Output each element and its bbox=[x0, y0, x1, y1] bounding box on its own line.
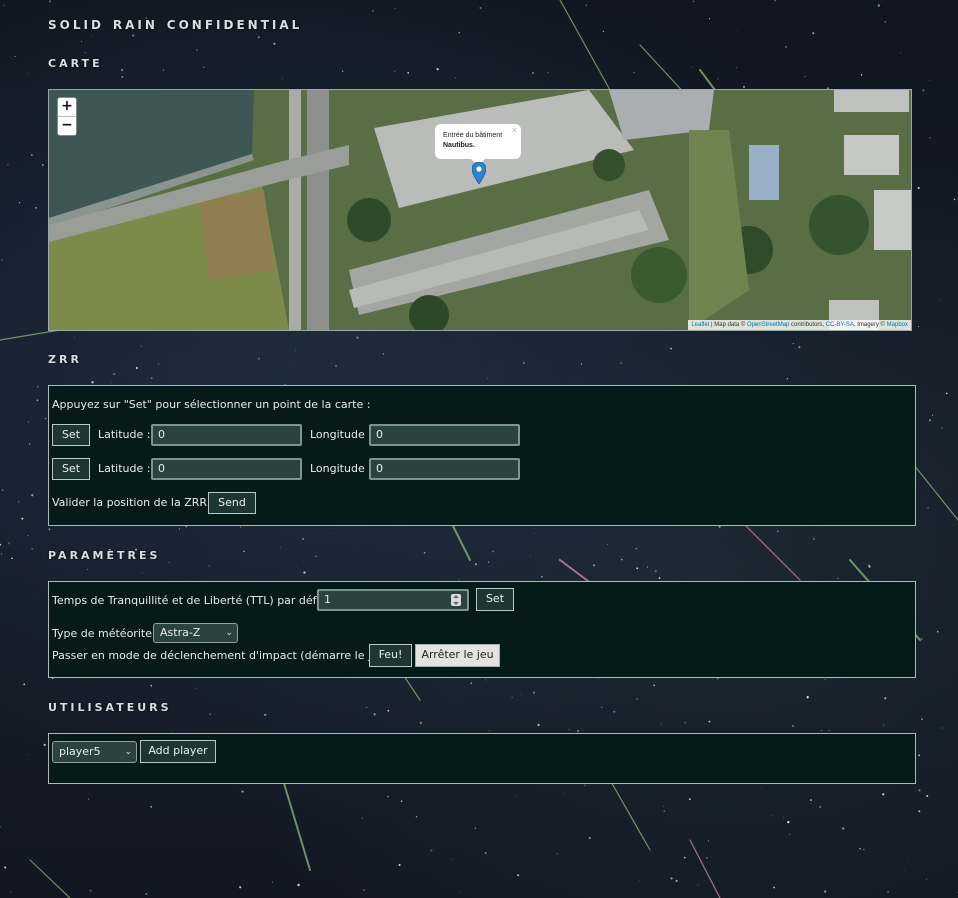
lng1-label: Longitude : bbox=[310, 428, 372, 441]
ttl-input[interactable]: 1 bbox=[317, 589, 469, 611]
lat2-input[interactable]: 0 bbox=[151, 458, 302, 480]
ttl-value: 1 bbox=[324, 593, 331, 606]
set-point2-button[interactable]: Set bbox=[52, 458, 90, 480]
zoom-in-button[interactable]: + bbox=[58, 98, 76, 117]
meteor-select[interactable]: Astra-Z ⌄ bbox=[153, 623, 238, 643]
osm-link[interactable]: OpenStreetMap bbox=[747, 322, 789, 328]
section-title-zrr: zrr bbox=[48, 349, 82, 367]
validate-label: Valider la position de la ZRR : bbox=[52, 496, 215, 509]
app-title: solid rain confidential bbox=[48, 14, 303, 34]
zrr-instruction: Appuyez sur "Set" pour sélectionner un p… bbox=[52, 398, 371, 411]
zoom-control: + − bbox=[57, 97, 77, 136]
attrib-text-1: | Map data © bbox=[709, 322, 748, 328]
lng1-input[interactable]: 0 bbox=[369, 424, 520, 446]
lng2-label: Longitude : bbox=[310, 462, 372, 475]
lat2-label: Latitude : bbox=[98, 462, 151, 475]
player-selected: player5 bbox=[59, 745, 101, 758]
set-point1-button[interactable]: Set bbox=[52, 424, 90, 446]
ttl-label: Temps de Tranquillité et de Liberté (TTL… bbox=[52, 594, 342, 607]
chevron-down-icon: ⌄ bbox=[225, 628, 233, 638]
leaflet-link[interactable]: Leaflet bbox=[691, 322, 709, 328]
mapbox-link[interactable]: Mapbox bbox=[887, 322, 908, 328]
zrr-panel: Appuyez sur "Set" pour sélectionner un p… bbox=[48, 385, 916, 526]
section-title-map: carte bbox=[48, 53, 103, 71]
impact-label: Passer en mode de déclenchement d'impact… bbox=[52, 649, 397, 662]
section-title-params: paramètres bbox=[48, 545, 161, 563]
meteor-label: Type de météorite : bbox=[52, 627, 160, 640]
map-popup: × Entrée du bâtiment Nautibus. bbox=[435, 124, 521, 166]
chevron-down-icon: ⌄ bbox=[124, 747, 132, 757]
send-button[interactable]: Send bbox=[208, 492, 256, 514]
map-marker-icon[interactable] bbox=[472, 162, 486, 184]
player-select[interactable]: player5 ⌄ bbox=[52, 741, 137, 763]
attrib-text-3: , Imagery © bbox=[853, 322, 887, 328]
spinner-icon[interactable] bbox=[451, 594, 461, 606]
fire-button[interactable]: Feu! bbox=[369, 644, 412, 667]
zoom-out-button[interactable]: − bbox=[58, 117, 76, 135]
lat1-input[interactable]: 0 bbox=[151, 424, 302, 446]
stop-game-button[interactable]: Arrêter le jeu bbox=[415, 644, 500, 667]
section-title-users: utilisateurs bbox=[48, 697, 172, 715]
users-panel: player5 ⌄ Add player bbox=[48, 733, 916, 784]
map-attribution: Leaflet | Map data © OpenStreetMap contr… bbox=[688, 320, 911, 330]
popup-line-2: Nautibus. bbox=[443, 142, 475, 149]
popup-close-icon[interactable]: × bbox=[512, 125, 517, 135]
lng2-input[interactable]: 0 bbox=[369, 458, 520, 480]
meteor-selected: Astra-Z bbox=[160, 626, 201, 639]
license-link[interactable]: CC-BY-SA bbox=[826, 322, 854, 328]
map-view[interactable]: + − × Entrée du bâtiment Nautibus. Leafl… bbox=[48, 89, 912, 331]
ttl-set-button[interactable]: Set bbox=[476, 588, 514, 611]
popup-line-1: Entrée du bâtiment bbox=[443, 132, 503, 139]
add-player-button[interactable]: Add player bbox=[140, 740, 216, 763]
attrib-text-2: contributors, bbox=[789, 322, 826, 328]
params-panel: Temps de Tranquillité et de Liberté (TTL… bbox=[48, 581, 916, 678]
lat1-label: Latitude : bbox=[98, 428, 151, 441]
